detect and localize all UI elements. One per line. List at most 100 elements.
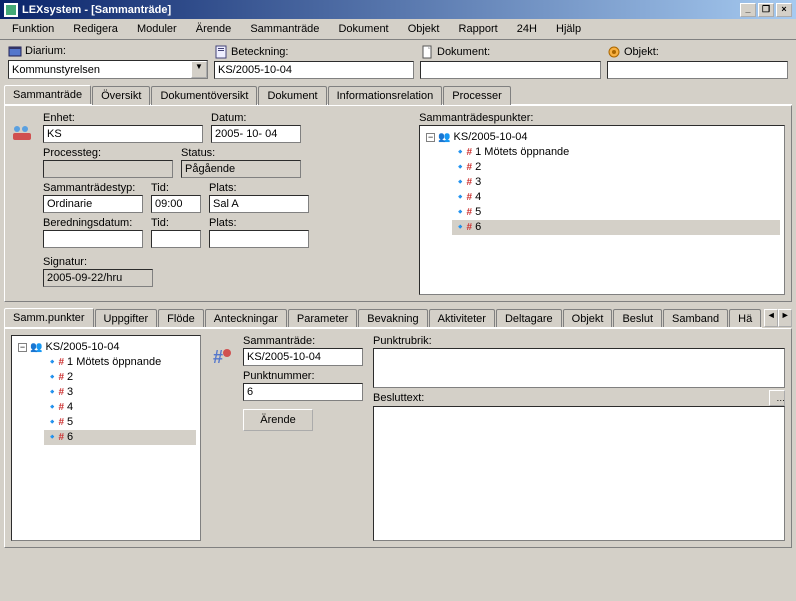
tree-item[interactable]: 🔹#2 xyxy=(452,160,780,175)
tab-informationsrelation[interactable]: Informationsrelation xyxy=(328,86,443,105)
tab-objekt2[interactable]: Objekt xyxy=(563,309,613,328)
tree-item[interactable]: 🔹#2 xyxy=(44,370,196,385)
menu-dokument[interactable]: Dokument xyxy=(330,21,396,37)
dokument-input[interactable] xyxy=(420,61,601,79)
tab-dokumentoversikt[interactable]: Dokumentöversikt xyxy=(151,86,257,105)
tab-beslut[interactable]: Beslut xyxy=(613,309,662,328)
restore-button[interactable]: ❐ xyxy=(758,3,774,17)
punktrubrik-input[interactable] xyxy=(373,348,785,388)
enhet-input[interactable] xyxy=(43,125,203,143)
plats2-input[interactable] xyxy=(209,230,309,248)
menu-24h[interactable]: 24H xyxy=(509,21,545,37)
hash-large-icon: # xyxy=(211,347,233,365)
menu-hjalp[interactable]: Hjälp xyxy=(548,21,589,37)
hash-icon: 🔹# xyxy=(454,160,472,175)
objekt-input[interactable] xyxy=(607,61,788,79)
tree-item[interactable]: 🔹#4 xyxy=(44,400,196,415)
tab-processer[interactable]: Processer xyxy=(443,86,511,105)
tab-handelser[interactable]: Hä xyxy=(729,309,761,328)
people-icon: 👥 xyxy=(438,130,450,145)
tree-collapse-icon[interactable]: − xyxy=(426,133,435,142)
menu-rapport[interactable]: Rapport xyxy=(451,21,506,37)
tid2-input[interactable] xyxy=(151,230,201,248)
tree-root[interactable]: − 👥 KS/2005-10-04 xyxy=(424,130,780,145)
tab-scroll-left[interactable]: ◄ xyxy=(764,309,778,327)
diarium-combo[interactable]: ▼ xyxy=(8,60,208,79)
tab-dokument[interactable]: Dokument xyxy=(258,86,326,105)
tree-item[interactable]: 🔹#5 xyxy=(452,205,780,220)
plats-input[interactable] xyxy=(209,195,309,213)
tree-item[interactable]: 🔹#1 Mötets öppnande xyxy=(452,145,780,160)
tab-parameter[interactable]: Parameter xyxy=(288,309,357,328)
punktnummer-input[interactable] xyxy=(243,383,363,401)
tree-item[interactable]: 🔹#5 xyxy=(44,415,196,430)
punkter-tree[interactable]: − 👥 KS/2005-10-04 🔹#1 Mötets öppnande 🔹#… xyxy=(419,125,785,295)
tab-flode[interactable]: Flöde xyxy=(158,309,204,328)
plats-label: Plats: xyxy=(209,182,309,194)
tab-sammantrade[interactable]: Sammanträde xyxy=(4,85,91,104)
arende-button[interactable]: Ärende xyxy=(243,409,313,431)
top-tabs: Sammanträde Översikt Dokumentöversikt Do… xyxy=(4,85,792,105)
hash-icon: 🔹# xyxy=(46,385,64,400)
app-icon xyxy=(4,3,18,17)
sammantrade-label: Sammanträde: xyxy=(243,335,363,347)
beredningsdatum-label: Beredningsdatum: xyxy=(43,217,143,229)
besluttext-label: Besluttext: xyxy=(373,392,769,404)
beteckning-label: Beteckning: xyxy=(231,46,288,58)
status-input xyxy=(181,160,301,178)
minimize-button[interactable]: _ xyxy=(740,3,756,17)
tree-item-selected[interactable]: 🔹#6 xyxy=(452,220,780,235)
tid-input[interactable] xyxy=(151,195,201,213)
tab-uppgifter[interactable]: Uppgifter xyxy=(95,309,158,328)
menu-funktion[interactable]: Funktion xyxy=(4,21,62,37)
diarium-dropdown-icon[interactable]: ▼ xyxy=(191,61,207,78)
hash-icon: 🔹# xyxy=(46,370,64,385)
tab-scroll-right[interactable]: ► xyxy=(778,309,792,327)
plats2-label: Plats: xyxy=(209,217,309,229)
tab-sammpunkter[interactable]: Samm.punkter xyxy=(4,308,94,327)
tree-item-selected[interactable]: 🔹#6 xyxy=(44,430,196,445)
menu-sammantrade[interactable]: Sammanträde xyxy=(242,21,327,37)
besluttext-expand-button[interactable]: … xyxy=(769,390,785,406)
signatur-label: Signatur: xyxy=(43,256,153,268)
tree-item[interactable]: 🔹#3 xyxy=(44,385,196,400)
datum-input[interactable] xyxy=(211,125,301,143)
beteckning-icon xyxy=(214,45,228,59)
menu-arende[interactable]: Ärende xyxy=(188,21,239,37)
tree-item[interactable]: 🔹#1 Mötets öppnande xyxy=(44,355,196,370)
tree-item[interactable]: 🔹#3 xyxy=(452,175,780,190)
punkter-label: Sammanträdespunkter: xyxy=(419,112,785,124)
close-button[interactable]: × xyxy=(776,3,792,17)
tab-samband[interactable]: Samband xyxy=(663,309,728,328)
diarium-input[interactable] xyxy=(9,61,191,78)
beredningsdatum-input[interactable] xyxy=(43,230,143,248)
dokument-label: Dokument: xyxy=(437,46,490,58)
punktrubrik-label: Punktrubrik: xyxy=(373,335,785,347)
menubar: Funktion Redigera Moduler Ärende Sammant… xyxy=(0,19,796,40)
tab-aktiviteter[interactable]: Aktiviteter xyxy=(429,309,495,328)
diarium-label: Diarium: xyxy=(25,45,66,57)
tab-deltagare[interactable]: Deltagare xyxy=(496,309,562,328)
detail-tree[interactable]: − 👥 KS/2005-10-04 🔹#1 Mötets öppnande 🔹#… xyxy=(11,335,201,541)
tab-bevakning[interactable]: Bevakning xyxy=(358,309,427,328)
svg-text:#: # xyxy=(213,347,223,367)
menu-objekt[interactable]: Objekt xyxy=(400,21,448,37)
tab-oversikt[interactable]: Översikt xyxy=(92,86,150,105)
status-label: Status: xyxy=(181,147,301,159)
beteckning-input[interactable] xyxy=(214,61,414,79)
hash-icon: 🔹# xyxy=(46,355,64,370)
menu-moduler[interactable]: Moduler xyxy=(129,21,185,37)
objekt-icon xyxy=(607,45,621,59)
besluttext-input[interactable] xyxy=(373,406,785,541)
tree-collapse-icon[interactable]: − xyxy=(18,343,27,352)
tab-anteckningar[interactable]: Anteckningar xyxy=(205,309,287,328)
hash-icon: 🔹# xyxy=(46,430,64,445)
sammantrade-input[interactable] xyxy=(243,348,363,366)
tid2-label: Tid: xyxy=(151,217,201,229)
menu-redigera[interactable]: Redigera xyxy=(65,21,126,37)
detail-tree-root[interactable]: − 👥 KS/2005-10-04 xyxy=(16,340,196,355)
signatur-input xyxy=(43,269,153,287)
sammantradestyp-input[interactable] xyxy=(43,195,143,213)
hash-icon: 🔹# xyxy=(46,400,64,415)
tree-item[interactable]: 🔹#4 xyxy=(452,190,780,205)
